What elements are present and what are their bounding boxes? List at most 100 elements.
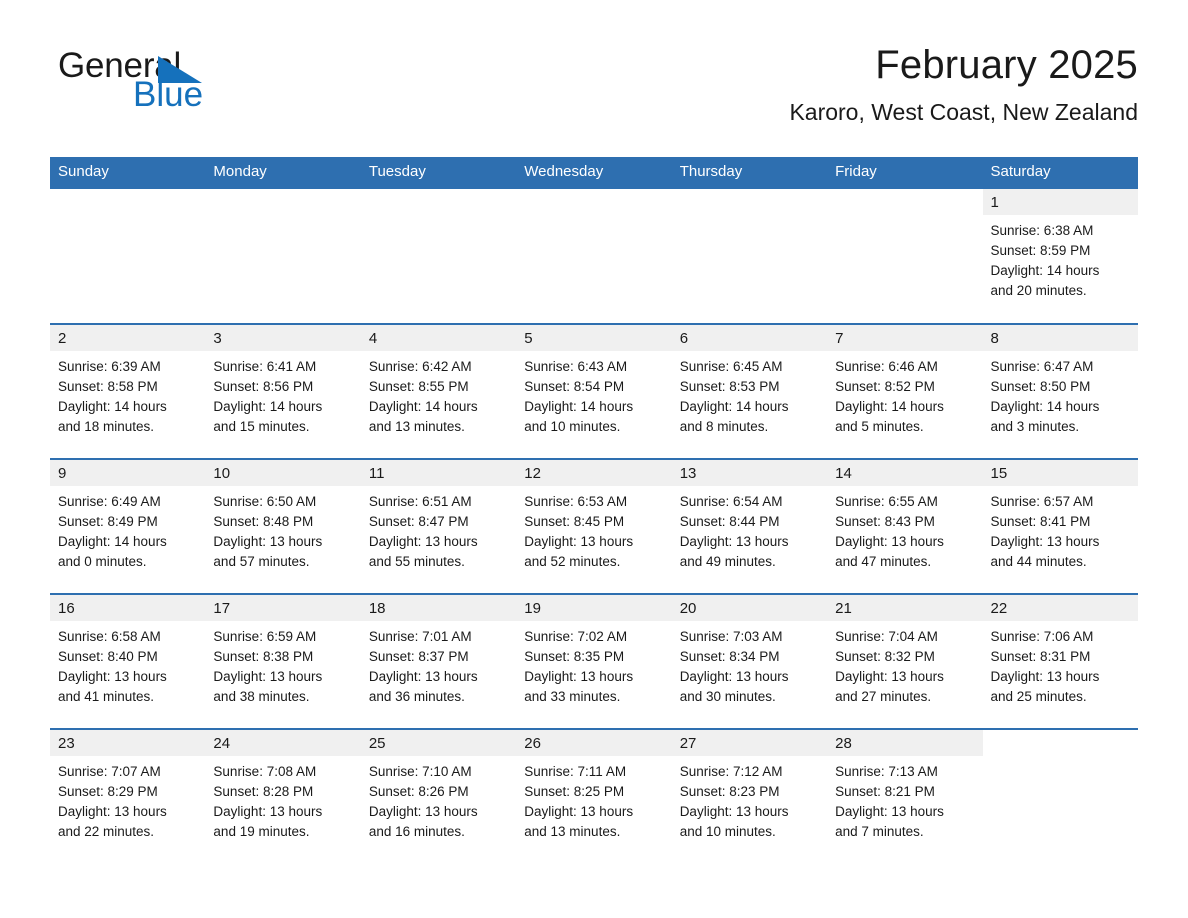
day-details: Sunrise: 7:10 AM Sunset: 8:26 PM Daylight:…: [361, 756, 516, 843]
day-details: Sunrise: 6:54 AM Sunset: 8:44 PM Daylight:…: [672, 486, 827, 573]
daylight-text-line2: and 15 minutes.: [213, 419, 310, 435]
calendar-day-cell[interactable]: 20 Sunrise: 7:03 AM Sunset: 8:34 PM Dayligh…: [671, 592, 828, 729]
sunset-text: Sunset: 8:58 PM: [58, 378, 158, 394]
weekday-header-wednesday: Wednesday: [516, 157, 672, 189]
sunrise-text: Sunrise: 7:04 AM: [835, 628, 938, 644]
calendar-day-cell[interactable]: 5 Sunrise: 6:43 AM Sunset: 8:54 PM Daylight…: [516, 322, 672, 459]
calendar-day-cell[interactable]: 13 Sunrise: 6:54 AM Sunset: 8:44 PM Dayligh…: [671, 457, 828, 594]
daylight-text-line2: and 13 minutes.: [368, 419, 465, 435]
sunset-text: Sunset: 8:50 PM: [990, 378, 1091, 394]
logo-text-blue: Blue: [133, 75, 204, 114]
daylight-text-line2: and 3 minutes.: [990, 419, 1080, 435]
sunrise-text: Sunrise: 6:46 AM: [835, 358, 938, 374]
day-number: 6: [671, 324, 828, 351]
daylight-text-line2: and 16 minutes.: [368, 824, 465, 840]
calendar-week-row: 16 Sunrise: 6:58 AM Sunset: 8:40 PM Dayligh…: [50, 592, 1138, 729]
daylight-text-line1: Daylight: 14 hours: [368, 398, 478, 414]
daylight-text-line1: Daylight: 13 hours: [524, 533, 634, 549]
calendar-cell-empty: [982, 727, 1138, 864]
calendar-day-cell[interactable]: 4 Sunrise: 6:42 AM Sunset: 8:55 PM Daylight…: [360, 322, 517, 459]
sunset-text: Sunset: 8:35 PM: [524, 648, 625, 664]
sunrise-text: Sunrise: 7:12 AM: [679, 763, 783, 779]
calendar-day-cell[interactable]: 25 Sunrise: 7:10 AM Sunset: 8:26 PM Dayligh…: [360, 727, 517, 864]
daylight-text-line2: and 10 minutes.: [524, 419, 621, 435]
page-subtitle: Karoro, West Coast, New Zealand: [789, 99, 1138, 125]
sunset-text: Sunset: 8:47 PM: [368, 513, 469, 529]
calendar-header-row: Sunday Monday Tuesday Wednesday Thursday…: [50, 157, 1138, 189]
sunrise-text: Sunrise: 7:01 AM: [368, 628, 472, 644]
day-number: 15: [982, 459, 1138, 486]
calendar-day-cell[interactable]: 19 Sunrise: 7:02 AM Sunset: 8:35 PM Dayligh…: [516, 592, 672, 729]
daylight-text-line1: Daylight: 13 hours: [213, 668, 323, 684]
sunrise-text: Sunrise: 7:08 AM: [213, 763, 317, 779]
daylight-text-line2: and 36 minutes.: [368, 689, 465, 705]
calendar-day-cell[interactable]: 7 Sunrise: 6:46 AM Sunset: 8:52 PM Daylight…: [827, 322, 983, 459]
calendar-day-cell[interactable]: 24 Sunrise: 7:08 AM Sunset: 8:28 PM Dayligh…: [205, 727, 361, 864]
daylight-text-line2: and 52 minutes.: [524, 554, 621, 570]
day-details: Sunrise: 6:45 AM Sunset: 8:53 PM Daylight:…: [672, 351, 827, 438]
page-header: General Blue February 2025 Karoro, West …: [50, 0, 1138, 125]
calendar-day-cell[interactable]: 16 Sunrise: 6:58 AM Sunset: 8:40 PM Dayligh…: [50, 592, 206, 729]
day-number: 12: [516, 459, 672, 486]
sunset-text: Sunset: 8:49 PM: [58, 513, 158, 529]
calendar-day-cell[interactable]: 17 Sunrise: 6:59 AM Sunset: 8:38 PM Dayligh…: [205, 592, 361, 729]
day-number: 5: [516, 324, 672, 351]
day-details: Sunrise: 7:12 AM Sunset: 8:23 PM Daylight:…: [672, 756, 827, 843]
calendar-day-cell[interactable]: 8 Sunrise: 6:47 AM Sunset: 8:50 PM Daylight…: [982, 322, 1138, 459]
sunset-text: Sunset: 8:38 PM: [213, 648, 314, 664]
weekday-header-monday: Monday: [205, 157, 361, 189]
calendar-day-cell[interactable]: 22 Sunrise: 7:06 AM Sunset: 8:31 PM Dayligh…: [982, 592, 1138, 729]
calendar-day-cell[interactable]: 2 Sunrise: 6:39 AM Sunset: 8:58 PM Daylight…: [50, 322, 206, 459]
day-number: [205, 189, 360, 215]
calendar-day-cell[interactable]: 21 Sunrise: 7:04 AM Sunset: 8:32 PM Dayligh…: [827, 592, 983, 729]
calendar-day-cell[interactable]: 23 Sunrise: 7:07 AM Sunset: 8:29 PM Dayligh…: [50, 727, 206, 864]
calendar-day-cell[interactable]: 14 Sunrise: 6:55 AM Sunset: 8:43 PM Dayligh…: [827, 457, 983, 594]
daylight-text-line2: and 8 minutes.: [679, 419, 769, 435]
day-details: Sunrise: 7:04 AM Sunset: 8:32 PM Daylight:…: [827, 621, 982, 708]
sunset-text: Sunset: 8:43 PM: [835, 513, 935, 529]
calendar-day-cell[interactable]: 28 Sunrise: 7:13 AM Sunset: 8:21 PM Dayligh…: [827, 727, 983, 864]
sunrise-text: Sunrise: 6:47 AM: [990, 358, 1094, 374]
daylight-text-line1: Daylight: 13 hours: [58, 803, 167, 819]
daylight-text-line2: and 7 minutes.: [835, 824, 924, 840]
day-number: 20: [671, 594, 828, 621]
calendar-cell-empty: [672, 189, 827, 324]
calendar-day-cell[interactable]: 1 Sunrise: 6:38 AM Sunset: 8:59 PM Daylight…: [982, 188, 1138, 324]
sunset-text: Sunset: 8:37 PM: [368, 648, 469, 664]
day-number: 2: [50, 324, 206, 351]
daylight-text-line1: Daylight: 14 hours: [213, 398, 323, 414]
daylight-text-line2: and 47 minutes.: [835, 554, 932, 570]
calendar-day-cell[interactable]: 11 Sunrise: 6:51 AM Sunset: 8:47 PM Dayligh…: [360, 457, 517, 594]
calendar-week-row: 2 Sunrise: 6:39 AM Sunset: 8:58 PM Daylight…: [50, 322, 1138, 459]
calendar-cell-empty: [827, 189, 982, 324]
sunrise-text: Sunrise: 6:51 AM: [368, 493, 472, 509]
calendar-day-cell[interactable]: 3 Sunrise: 6:41 AM Sunset: 8:56 PM Daylight…: [205, 322, 361, 459]
calendar-day-cell[interactable]: 10 Sunrise: 6:50 AM Sunset: 8:48 PM Dayligh…: [205, 457, 361, 594]
general-blue-logo: General Blue: [58, 48, 318, 116]
day-number: 19: [516, 594, 672, 621]
daylight-text-line2: and 18 minutes.: [58, 419, 155, 435]
daylight-text-line2: and 20 minutes.: [990, 283, 1087, 299]
daylight-text-line1: Daylight: 13 hours: [524, 803, 634, 819]
calendar-day-cell[interactable]: 27 Sunrise: 7:12 AM Sunset: 8:23 PM Dayligh…: [671, 727, 828, 864]
sunrise-text: Sunrise: 6:43 AM: [524, 358, 628, 374]
calendar-day-cell[interactable]: 6 Sunrise: 6:45 AM Sunset: 8:53 PM Daylight…: [671, 322, 828, 459]
daylight-text-line1: Daylight: 13 hours: [58, 668, 167, 684]
calendar-day-cell[interactable]: 18 Sunrise: 7:01 AM Sunset: 8:37 PM Dayligh…: [360, 592, 517, 729]
daylight-text-line2: and 55 minutes.: [368, 554, 465, 570]
calendar-day-cell[interactable]: 12 Sunrise: 6:53 AM Sunset: 8:45 PM Dayligh…: [516, 457, 672, 594]
day-details: Sunrise: 7:01 AM Sunset: 8:37 PM Daylight:…: [361, 621, 516, 708]
sunrise-text: Sunrise: 7:10 AM: [368, 763, 472, 779]
sunset-text: Sunset: 8:53 PM: [679, 378, 780, 394]
day-details: Sunrise: 6:46 AM Sunset: 8:52 PM Daylight:…: [827, 351, 982, 438]
sunset-text: Sunset: 8:31 PM: [990, 648, 1091, 664]
calendar-day-cell[interactable]: 15 Sunrise: 6:57 AM Sunset: 8:41 PM Dayligh…: [982, 457, 1138, 594]
calendar-day-cell[interactable]: 26 Sunrise: 7:11 AM Sunset: 8:25 PM Dayligh…: [516, 727, 672, 864]
sunset-text: Sunset: 8:29 PM: [58, 783, 158, 799]
sunrise-text: Sunrise: 6:54 AM: [679, 493, 783, 509]
calendar-day-cell[interactable]: 9 Sunrise: 6:49 AM Sunset: 8:49 PM Daylight…: [50, 457, 206, 594]
calendar-page: General Blue February 2025 Karoro, West …: [0, 0, 1188, 918]
sunrise-text: Sunrise: 6:57 AM: [990, 493, 1094, 509]
day-details: Sunrise: 6:59 AM Sunset: 8:38 PM Daylight:…: [205, 621, 360, 708]
daylight-text-line2: and 5 minutes.: [835, 419, 924, 435]
